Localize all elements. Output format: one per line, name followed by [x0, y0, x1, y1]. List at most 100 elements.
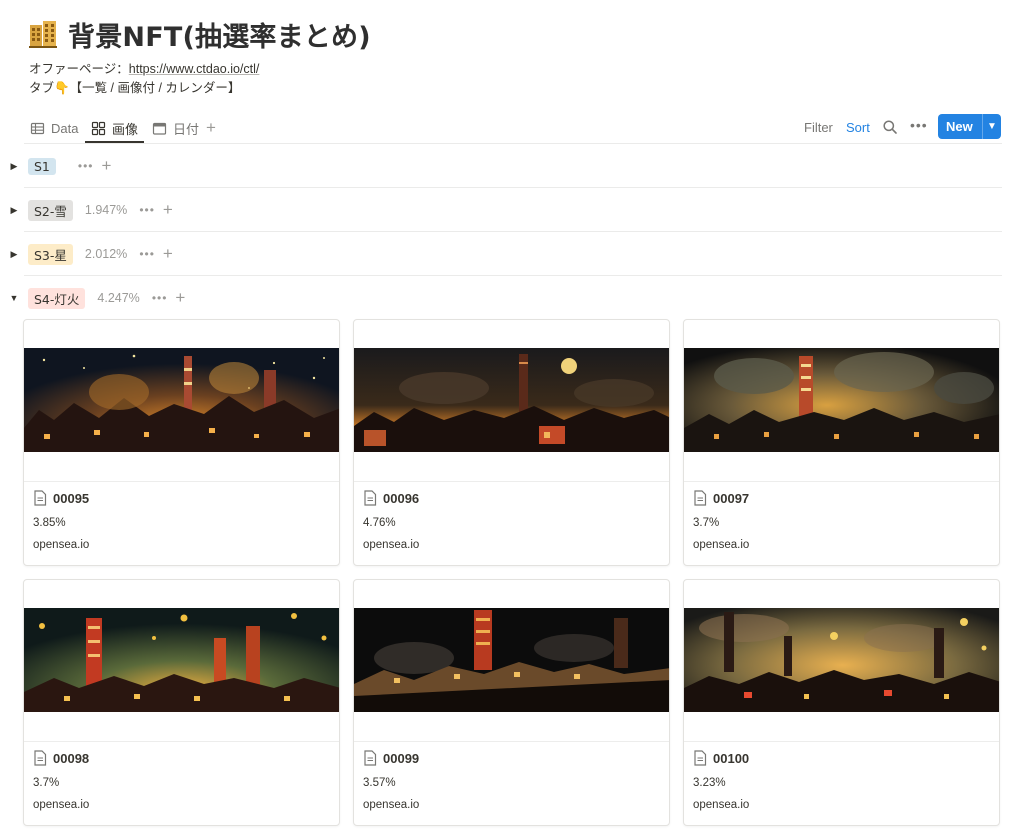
group-tag: S1 — [28, 157, 56, 175]
group-divider — [24, 275, 1002, 276]
page-icon — [34, 490, 47, 506]
expand-triangle-icon[interactable]: ▼ — [8, 293, 20, 303]
group-more-button[interactable]: ••• — [139, 203, 155, 217]
page-icon — [364, 750, 377, 766]
cover-image — [684, 348, 999, 452]
chevron-down-icon[interactable]: ▼ — [983, 121, 1001, 132]
card-title: 00096 — [383, 490, 420, 506]
card-link[interactable]: opensea.io — [693, 539, 749, 551]
collapse-triangle-icon[interactable]: ▶ — [8, 249, 20, 260]
tab-label: 日付 — [173, 121, 200, 137]
group-tag: S3-星 — [28, 243, 73, 265]
group-divider — [24, 231, 1002, 232]
tab-gallery[interactable]: 画像 — [91, 113, 138, 143]
gallery-card[interactable]: 00100 3.23% opensea.io — [683, 579, 1000, 826]
card-rate: 3.85% — [33, 517, 66, 529]
gallery-card[interactable]: 00097 3.7% opensea.io — [683, 319, 1000, 566]
group-rate: 2.012% — [84, 247, 128, 261]
card-title-row: 00098 — [33, 750, 89, 766]
card-title-row: 00096 — [363, 490, 419, 506]
group-s1[interactable]: ▶ S1 ••• + — [8, 151, 1002, 181]
group-more-button[interactable]: ••• — [78, 159, 94, 173]
page-icon — [694, 750, 707, 766]
gallery-card[interactable]: 00096 4.76% opensea.io — [353, 319, 670, 566]
group-add-button[interactable]: + — [102, 157, 112, 174]
group-rate: 1.947% — [84, 203, 128, 217]
card-title: 00098 — [53, 750, 90, 766]
page-title-row: 背景NFT(抽選率まとめ) — [28, 14, 371, 54]
group-more-button[interactable]: ••• — [152, 291, 168, 305]
group-tag: S2-雪 — [28, 199, 73, 221]
gallery-icon — [91, 121, 106, 135]
offer-link[interactable]: https://www.ctdao.io/ctl/ — [129, 62, 260, 76]
card-link[interactable]: opensea.io — [33, 799, 89, 811]
cover-divider — [354, 481, 669, 482]
gallery-card[interactable]: 00098 3.7% opensea.io — [23, 579, 340, 826]
group-more-button[interactable]: ••• — [139, 247, 155, 261]
group-add-button[interactable]: + — [175, 289, 185, 306]
gallery-card[interactable]: 00099 3.57% opensea.io — [353, 579, 670, 826]
building-icon[interactable] — [28, 19, 58, 49]
new-button[interactable]: New ▼ — [938, 114, 1001, 139]
collapse-triangle-icon[interactable]: ▶ — [8, 161, 20, 172]
offer-label: オファーページ： — [29, 62, 129, 76]
card-link[interactable]: opensea.io — [363, 539, 419, 551]
cover-image — [24, 348, 339, 452]
group-tag: S4-灯火 — [28, 287, 86, 309]
group-s4[interactable]: ▼ S4-灯火 4.247% ••• + — [8, 283, 1002, 313]
sort-button[interactable]: Sort — [846, 120, 870, 135]
page-icon — [694, 490, 707, 506]
group-s3[interactable]: ▶ S3-星 2.012% ••• + — [8, 239, 1002, 269]
cover-divider — [354, 741, 669, 742]
card-rate: 3.7% — [33, 777, 60, 789]
cover-image — [24, 608, 339, 712]
card-rate: 3.57% — [363, 777, 396, 789]
card-title: 00100 — [713, 750, 750, 766]
group-divider — [24, 187, 1002, 188]
card-link[interactable]: opensea.io — [33, 539, 89, 551]
tabs-divider — [24, 143, 1002, 144]
tab-calendar[interactable]: 日付 — [152, 113, 199, 143]
group-add-button[interactable]: + — [163, 201, 173, 218]
tab-label: 画像 — [112, 121, 139, 137]
card-title: 00097 — [713, 490, 750, 506]
cover-divider — [684, 741, 999, 742]
tab-label: Data — [51, 120, 79, 136]
card-title: 00099 — [383, 750, 420, 766]
cover-image — [684, 608, 999, 712]
add-view-button[interactable]: + — [206, 118, 216, 138]
notion-page: 背景NFT(抽選率まとめ) オファーページ：https://www.ctdao.… — [0, 0, 1024, 834]
card-link[interactable]: opensea.io — [693, 799, 749, 811]
card-rate: 4.76% — [363, 517, 396, 529]
cover-image — [354, 608, 669, 712]
page-title[interactable]: 背景NFT(抽選率まとめ) — [68, 15, 371, 54]
cover-divider — [24, 741, 339, 742]
card-title-row: 00097 — [693, 490, 749, 506]
group-rate: 4.247% — [97, 291, 140, 305]
page-description-tabs: タブ👇【一覧 / 画像付 / カレンダー】 — [29, 81, 241, 95]
card-rate: 3.23% — [693, 777, 726, 789]
cover-image — [354, 348, 669, 452]
page-description-offer: オファーページ：https://www.ctdao.io/ctl/ — [29, 58, 259, 77]
card-title-row: 00099 — [363, 750, 419, 766]
card-link[interactable]: opensea.io — [363, 799, 419, 811]
group-add-button[interactable]: + — [163, 245, 173, 262]
new-button-label: New — [946, 119, 973, 134]
view-tabs-bar: Data 画像 日付 + Filter Sort ••• New ▼ — [24, 113, 1002, 145]
collapse-triangle-icon[interactable]: ▶ — [8, 205, 20, 216]
more-options-button[interactable]: ••• — [910, 117, 928, 133]
calendar-icon — [152, 122, 167, 135]
tab-data[interactable]: Data — [30, 113, 78, 143]
search-icon[interactable] — [882, 119, 898, 135]
cover-divider — [24, 481, 339, 482]
card-title-row: 00095 — [33, 490, 89, 506]
group-s2[interactable]: ▶ S2-雪 1.947% ••• + — [8, 195, 1002, 225]
cover-divider — [684, 481, 999, 482]
card-title-row: 00100 — [693, 750, 749, 766]
table-icon — [30, 122, 45, 134]
card-title: 00095 — [53, 490, 90, 506]
filter-button[interactable]: Filter — [804, 120, 833, 135]
page-icon — [34, 750, 47, 766]
card-rate: 3.7% — [693, 517, 720, 529]
gallery-card[interactable]: 00095 3.85% opensea.io — [23, 319, 340, 566]
